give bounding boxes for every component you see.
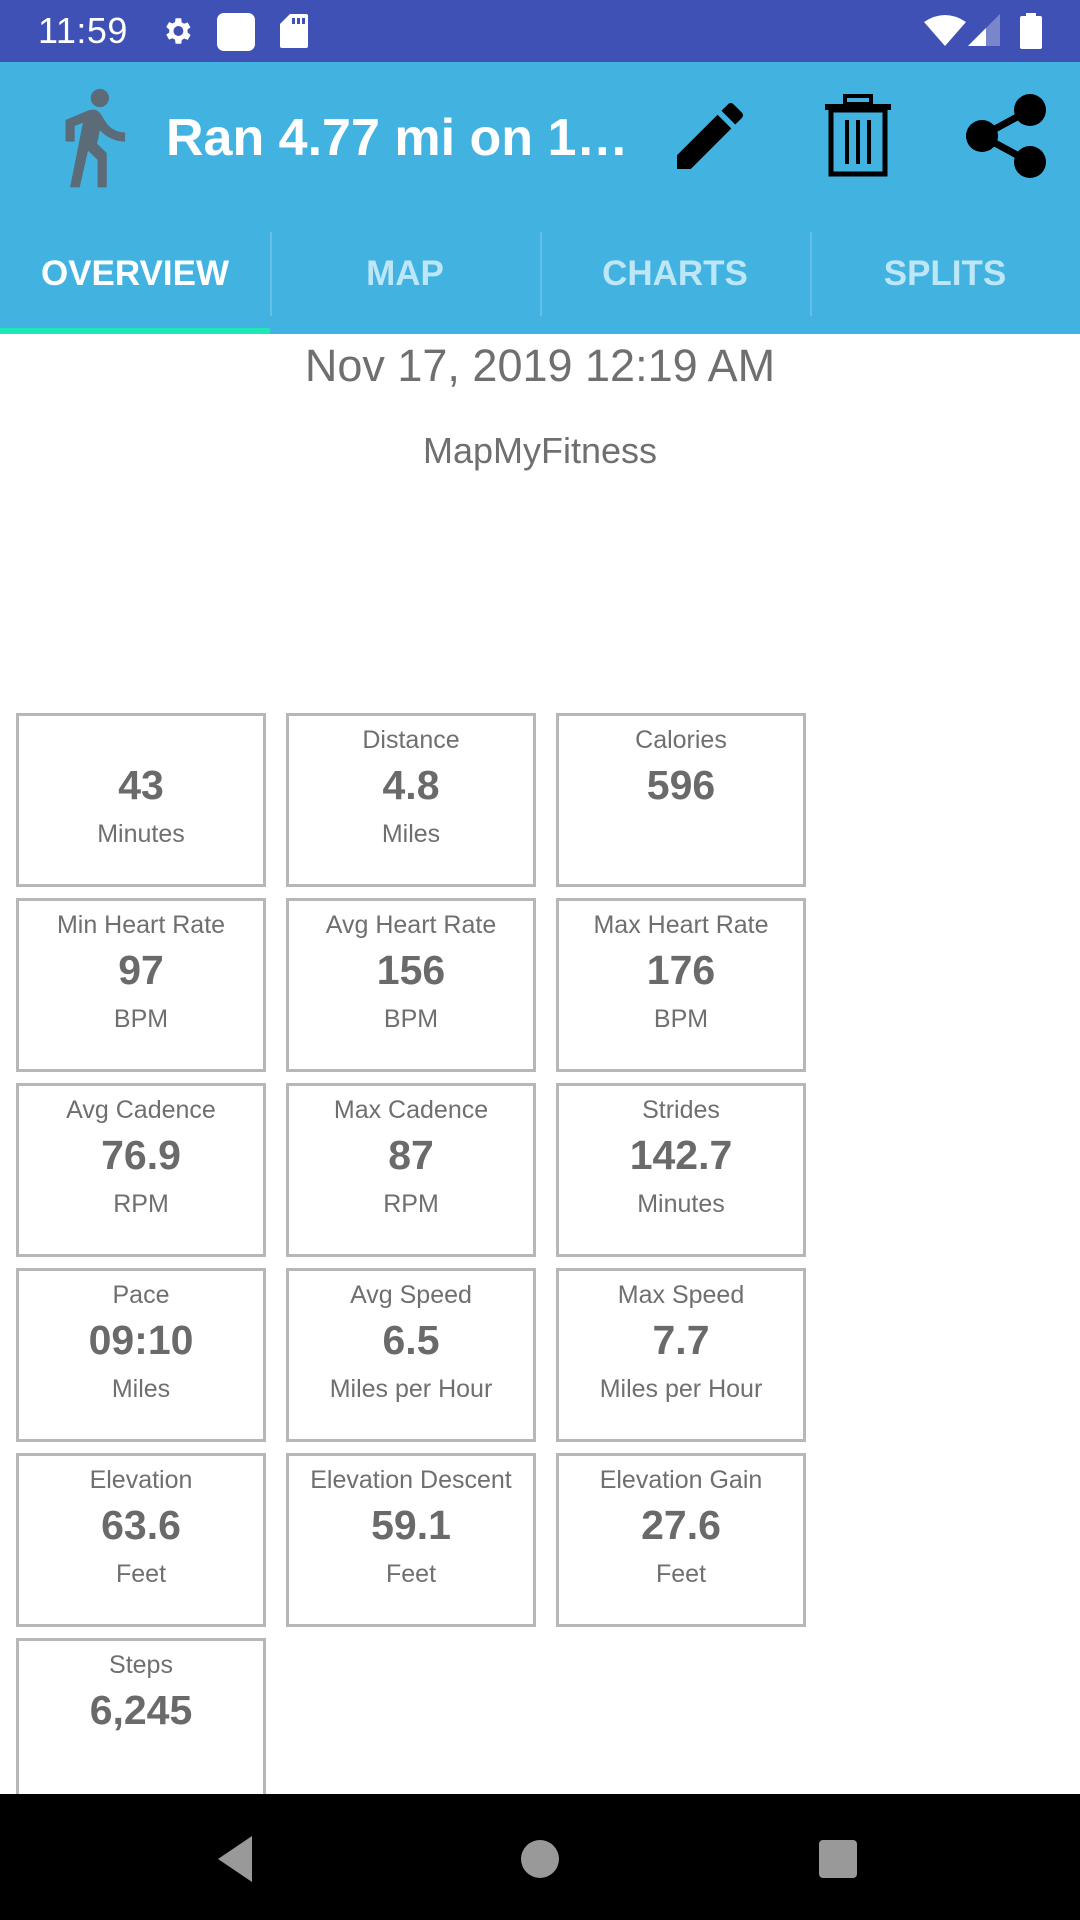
stat-label: Avg Speed bbox=[350, 1281, 472, 1309]
stat-unit: Feet bbox=[655, 1560, 707, 1588]
home-button[interactable] bbox=[518, 1834, 578, 1884]
stat-value: 09:10 bbox=[88, 1317, 194, 1363]
stat-card-elevation-gain: Elevation Gain 27.6 Feet bbox=[556, 1453, 806, 1627]
recents-button[interactable] bbox=[816, 1834, 876, 1884]
tab-splits[interactable]: SPLITS bbox=[810, 214, 1080, 334]
stat-label: Steps bbox=[109, 1651, 173, 1679]
edit-button[interactable] bbox=[662, 90, 758, 186]
stat-card-max-heart-rate: Max Heart Rate 176 BPM bbox=[556, 898, 806, 1072]
stat-card-avg-speed: Avg Speed 6.5 Miles per Hour bbox=[286, 1268, 536, 1442]
stat-card-distance: Distance 4.8 Miles bbox=[286, 713, 536, 887]
stat-card-avg-cadence: Avg Cadence 76.9 RPM bbox=[16, 1083, 266, 1257]
sd-card-icon bbox=[280, 14, 308, 53]
stat-label: Strides bbox=[642, 1096, 720, 1124]
stat-value: 76.9 bbox=[101, 1132, 181, 1178]
stat-unit: Miles bbox=[381, 820, 441, 848]
stat-unit: Feet bbox=[115, 1560, 167, 1588]
app-bar: Ran 4.77 mi on 1… OVERVIEW MAP CHARTS SP… bbox=[0, 62, 1080, 334]
stat-unit: Miles per Hour bbox=[599, 1375, 763, 1403]
stat-label: Distance bbox=[362, 726, 460, 754]
pencil-icon bbox=[666, 92, 754, 185]
stat-card-strides: Strides 142.7 Minutes bbox=[556, 1083, 806, 1257]
stat-card-elevation: Elevation 63.6 Feet bbox=[16, 1453, 266, 1627]
stat-unit: BPM bbox=[383, 1005, 439, 1033]
stat-label: Calories bbox=[635, 726, 727, 754]
stat-unit: Minutes bbox=[97, 820, 185, 848]
stat-card-calories: Calories 596 bbox=[556, 713, 806, 887]
stat-label: Avg Heart Rate bbox=[325, 911, 497, 939]
stat-card-steps: Steps 6,245 bbox=[16, 1638, 266, 1812]
stat-unit: Feet bbox=[385, 1560, 437, 1588]
stat-unit: BPM bbox=[653, 1005, 709, 1033]
cell-signal-icon bbox=[968, 14, 1000, 51]
stat-card-avg-heart-rate: Avg Heart Rate 156 BPM bbox=[286, 898, 536, 1072]
stat-label: Max Speed bbox=[617, 1281, 745, 1309]
system-nav-bar bbox=[0, 1794, 1080, 1920]
stat-value: 6,245 bbox=[89, 1687, 193, 1733]
stat-unit: Miles per Hour bbox=[329, 1375, 493, 1403]
stat-card-pace: Pace 09:10 Miles bbox=[16, 1268, 266, 1442]
stat-unit: RPM bbox=[383, 1190, 439, 1218]
stat-label: Elevation Gain bbox=[599, 1466, 763, 1494]
tab-overview[interactable]: OVERVIEW bbox=[0, 214, 270, 334]
stat-value: 87 bbox=[388, 1132, 434, 1178]
stat-value: 156 bbox=[376, 947, 446, 993]
wifi-icon bbox=[924, 14, 966, 51]
gear-icon bbox=[160, 14, 194, 53]
activity-title: Ran 4.77 mi on 1… bbox=[166, 109, 629, 167]
stat-label: Elevation bbox=[89, 1466, 193, 1494]
stat-value: 63.6 bbox=[101, 1502, 181, 1548]
stat-unit: RPM bbox=[113, 1190, 169, 1218]
stat-card-max-speed: Max Speed 7.7 Miles per Hour bbox=[556, 1268, 806, 1442]
tab-label: OVERVIEW bbox=[40, 254, 229, 293]
stat-label: Min Heart Rate bbox=[56, 911, 226, 939]
stat-card-min-heart-rate: Min Heart Rate 97 BPM bbox=[16, 898, 266, 1072]
tab-label: SPLITS bbox=[883, 254, 1007, 293]
recents-icon bbox=[816, 1840, 860, 1885]
back-button[interactable] bbox=[214, 1834, 274, 1884]
stat-unit: BPM bbox=[113, 1005, 169, 1033]
stat-value: 4.8 bbox=[382, 762, 440, 808]
stat-unit: Minutes bbox=[637, 1190, 725, 1218]
trash-icon bbox=[823, 93, 893, 183]
tab-label: CHARTS bbox=[602, 254, 748, 293]
stat-label: Max Cadence bbox=[333, 1096, 489, 1124]
activity-date: Nov 17, 2019 12:19 AM bbox=[304, 340, 776, 391]
tab-bar: OVERVIEW MAP CHARTS SPLITS bbox=[0, 214, 1080, 334]
battery-icon bbox=[1020, 13, 1042, 54]
share-icon bbox=[962, 92, 1050, 185]
stat-value: 176 bbox=[646, 947, 716, 993]
tab-label: MAP bbox=[366, 254, 444, 293]
stat-value: 59.1 bbox=[371, 1502, 451, 1548]
status-bar: 11:59 bbox=[0, 0, 1080, 62]
stat-value: 27.6 bbox=[641, 1502, 721, 1548]
stat-card-max-cadence: Max Cadence 87 RPM bbox=[286, 1083, 536, 1257]
running-person-icon bbox=[38, 82, 148, 192]
stat-card-elevation-descent: Elevation Descent 59.1 Feet bbox=[286, 1453, 536, 1627]
stat-value: 596 bbox=[646, 762, 716, 808]
tab-charts[interactable]: CHARTS bbox=[540, 214, 810, 334]
share-button[interactable] bbox=[958, 90, 1054, 186]
stat-label: Pace bbox=[112, 1281, 170, 1309]
stat-value: 43 bbox=[118, 762, 164, 808]
activity-source: MapMyFitness bbox=[422, 430, 658, 471]
stat-label: Max Heart Rate bbox=[593, 911, 769, 939]
stat-unit: Miles bbox=[111, 1375, 171, 1403]
active-tab-indicator bbox=[0, 328, 270, 334]
stat-value: 97 bbox=[118, 947, 164, 993]
back-icon bbox=[214, 1836, 258, 1888]
stat-label: Elevation Descent bbox=[310, 1466, 512, 1494]
status-time: 11:59 bbox=[38, 10, 128, 51]
stat-card-minutes: 43 Minutes bbox=[16, 713, 266, 887]
delete-button[interactable] bbox=[810, 90, 906, 186]
stat-value: 6.5 bbox=[382, 1317, 440, 1363]
stat-value: 142.7 bbox=[629, 1132, 733, 1178]
stat-label: Avg Cadence bbox=[66, 1096, 216, 1124]
stat-value: 7.7 bbox=[652, 1317, 710, 1363]
tab-map[interactable]: MAP bbox=[270, 214, 540, 334]
home-icon bbox=[518, 1840, 562, 1885]
square-notification-icon bbox=[216, 12, 256, 57]
